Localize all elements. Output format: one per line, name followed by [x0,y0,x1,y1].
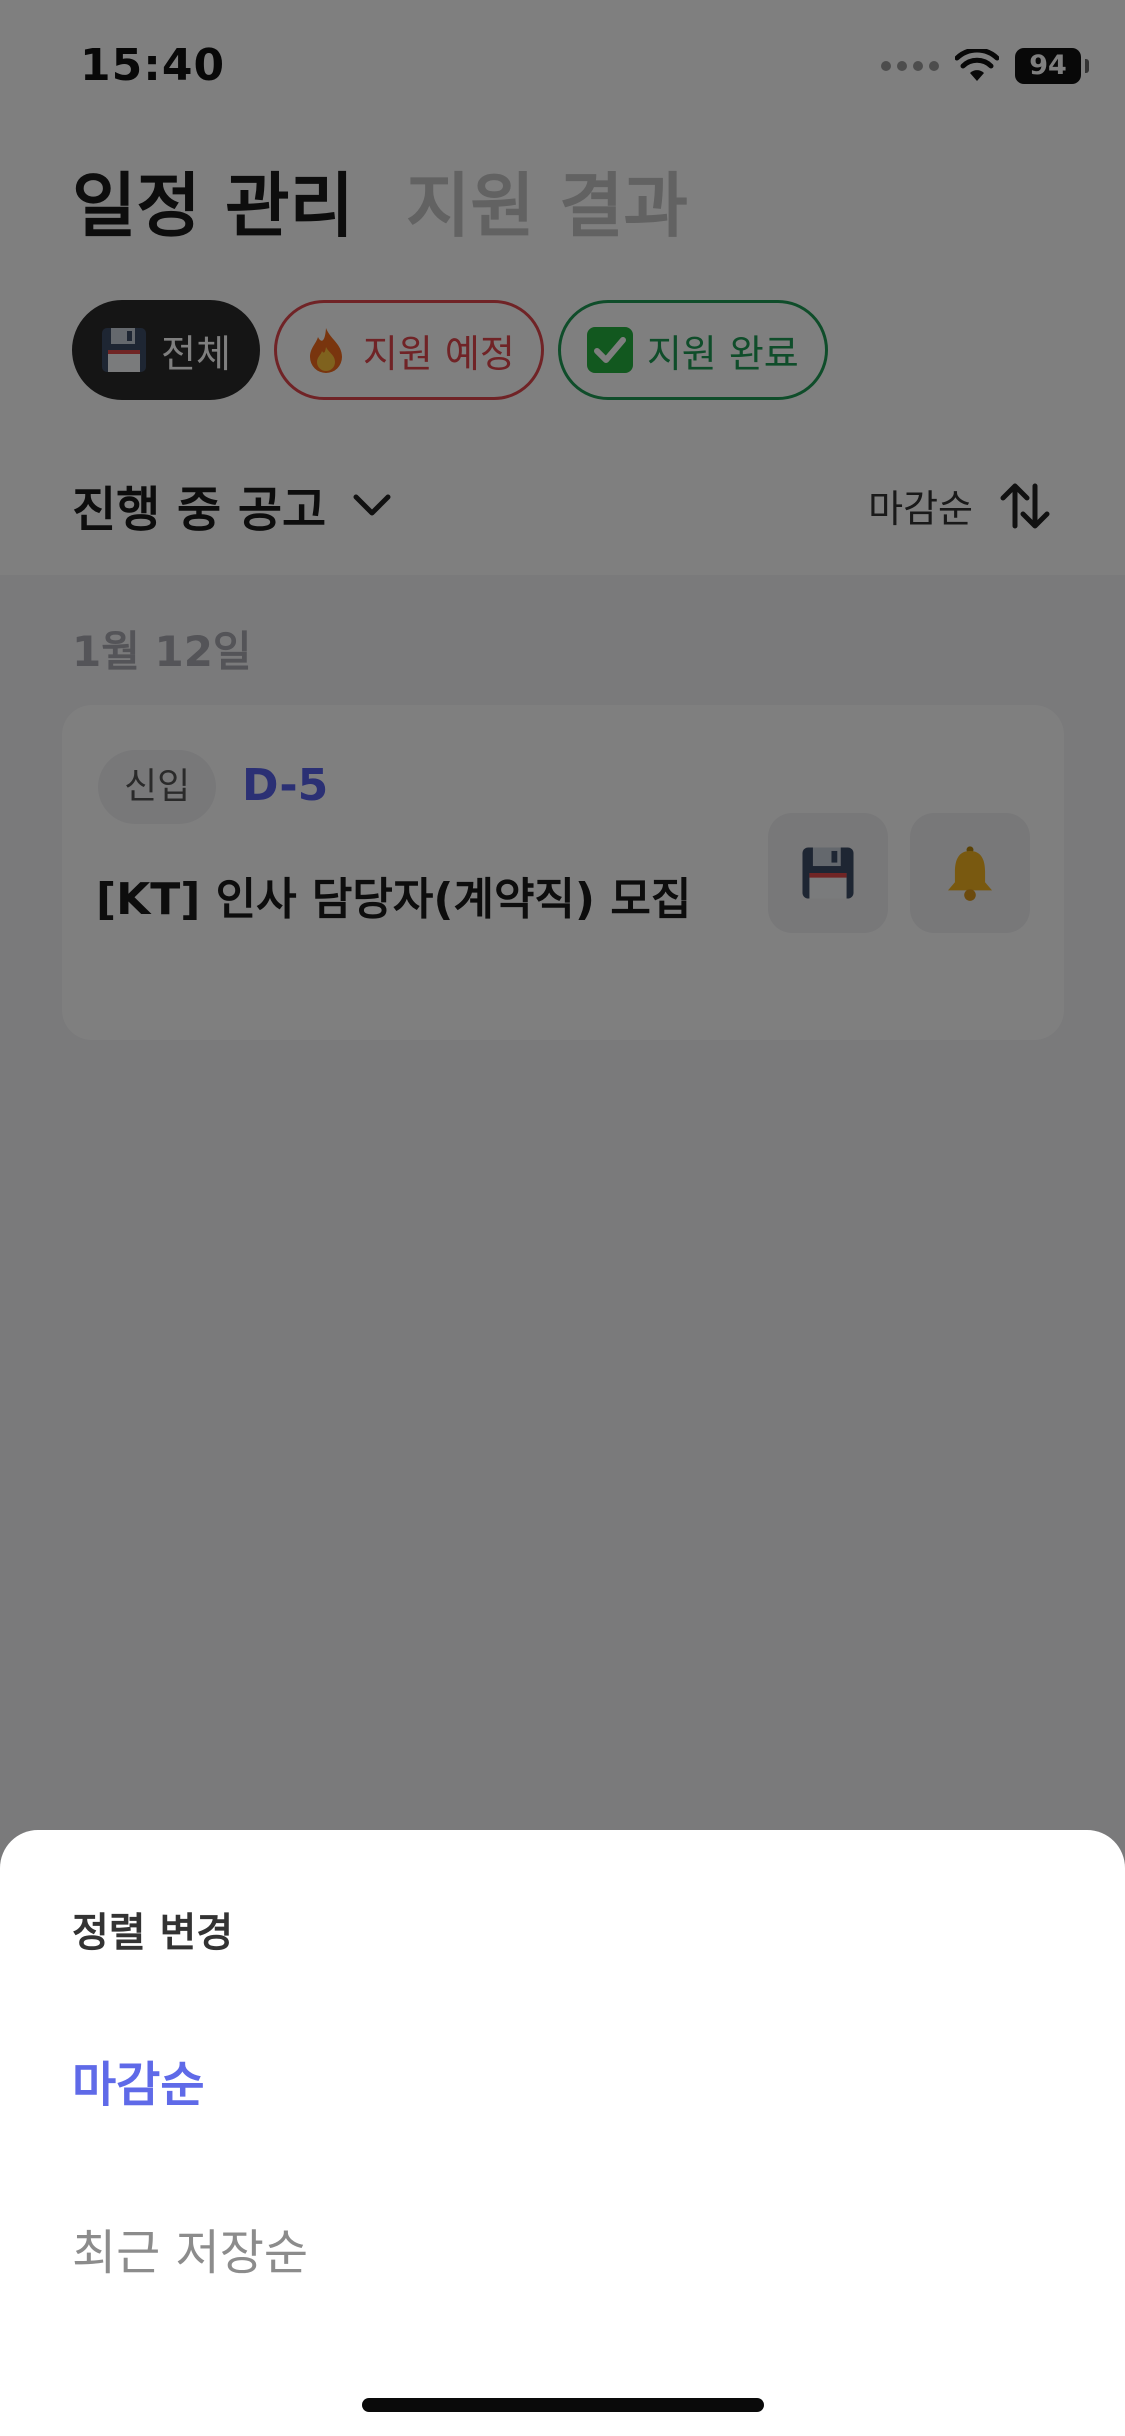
home-indicator[interactable] [362,2398,764,2412]
sort-bottom-sheet: 정렬 변경 마감순 최근 저장순 [0,1830,1125,2436]
app-screen: 15:40 94 일정 관리 지원 결과 [0,0,1125,2436]
sort-option-deadline[interactable]: 마감순 [72,2045,204,2115]
sort-option-recent-saved[interactable]: 최근 저장순 [72,2213,308,2283]
sheet-title: 정렬 변경 [72,1910,234,1956]
